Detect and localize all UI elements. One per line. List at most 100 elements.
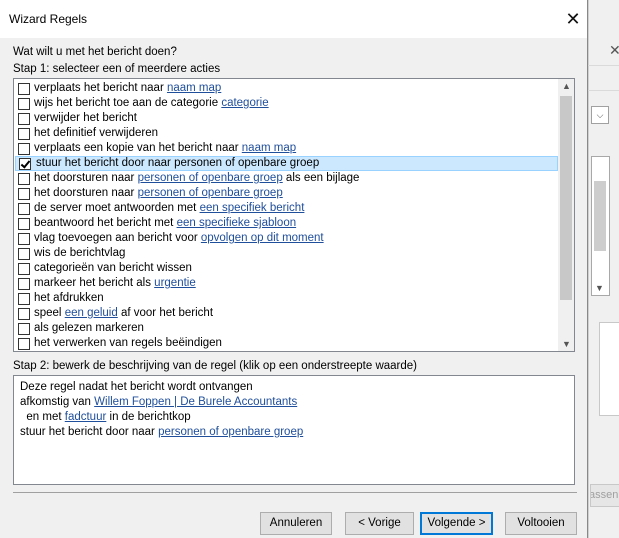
rule-description-box: Deze regel nadat het bericht wordt ontva… (13, 375, 575, 485)
action-text: het doorsturen naar (34, 187, 138, 199)
action-row[interactable]: verplaats het bericht naar naam map (14, 81, 559, 96)
action-text: markeer het bericht als (34, 277, 155, 289)
action-checkbox[interactable] (18, 338, 30, 350)
description-text: stuur het bericht door naar (20, 426, 159, 438)
description-text: in de berichtkop (106, 411, 191, 423)
actions-scrollbar[interactable]: ▲ ▼ (558, 79, 574, 351)
action-link[interactable]: een geluid (65, 307, 118, 319)
background-close-icon[interactable]: ✕ (609, 42, 619, 59)
action-text: categorieën van bericht wissen (34, 262, 192, 274)
action-checkbox[interactable] (18, 173, 30, 185)
action-text: wijs het bericht toe aan de categorie (34, 97, 222, 109)
action-checkbox[interactable] (18, 263, 30, 275)
action-checkbox[interactable] (18, 278, 30, 290)
next-button[interactable]: Volgende > (420, 512, 493, 535)
background-textbox (599, 322, 619, 416)
action-row[interactable]: markeer het bericht als urgentie (14, 276, 559, 291)
background-divider (588, 90, 619, 91)
action-link[interactable]: naam map (167, 82, 221, 94)
step2-label: Stap 2: bewerk de beschrijving van de re… (13, 360, 418, 372)
action-row[interactable]: het verwerken van regels beëindigen (14, 336, 559, 351)
action-row[interactable]: het doorsturen naar personen of openbare… (14, 171, 559, 186)
action-link[interactable]: personen of openbare groep (138, 172, 283, 184)
action-text: het verwerken van regels beëindigen (34, 337, 222, 349)
background-button: assen (590, 484, 619, 507)
action-link[interactable]: categorie (221, 97, 268, 109)
action-text: als gelezen markeren (34, 322, 144, 334)
rules-wizard-dialog: Wizard Regels ✕ Wat wilt u met het beric… (0, 0, 588, 538)
window-title: Wizard Regels (9, 12, 88, 26)
action-checkbox[interactable] (18, 218, 30, 230)
background-divider (588, 65, 619, 66)
background-dropdown-chevron-icon[interactable]: ⌵ (591, 106, 609, 124)
action-link[interactable]: opvolgen op dit moment (201, 232, 324, 244)
action-row[interactable]: de server moet antwoorden met een specif… (14, 201, 559, 216)
background-scroll-down-icon[interactable]: ▼ (595, 283, 604, 293)
description-line: Deze regel nadat het bericht wordt ontva… (20, 381, 253, 393)
action-checkbox[interactable] (18, 203, 30, 215)
description-line: stuur het bericht door naar personen of … (20, 426, 303, 438)
title-bar: Wizard Regels ✕ (0, 0, 587, 38)
action-link[interactable]: naam map (242, 142, 296, 154)
scrollbar-thumb[interactable] (560, 96, 572, 300)
action-checkbox[interactable] (18, 143, 30, 155)
action-link[interactable]: urgentie (154, 277, 196, 289)
background-list[interactable]: ▼ (591, 156, 610, 296)
action-text: speel (34, 307, 65, 319)
scroll-up-icon[interactable]: ▲ (562, 81, 571, 91)
action-row[interactable]: wis de berichtvlag (14, 246, 559, 261)
description-line: afkomstig van Willem Foppen | De Burele … (20, 396, 297, 408)
action-checkbox[interactable] (18, 98, 30, 110)
action-text: verwijder het bericht (34, 112, 137, 124)
action-row[interactable]: het doorsturen naar personen of openbare… (14, 186, 559, 201)
actions-list[interactable]: verplaats het bericht naar naam map wijs … (13, 78, 575, 352)
separator (13, 492, 577, 493)
action-row[interactable]: stuur het bericht door naar personen of … (15, 156, 558, 171)
recipients-link[interactable]: personen of openbare groep (158, 426, 303, 438)
sender-link[interactable]: Willem Foppen | De Burele Accountants (94, 396, 297, 408)
action-row[interactable]: beantwoord het bericht met een specifiek… (14, 216, 559, 231)
action-checkbox[interactable] (18, 293, 30, 305)
back-button[interactable]: < Vorige (345, 512, 414, 535)
action-text: het doorsturen naar (34, 172, 138, 184)
action-text: het definitief verwijderen (34, 127, 159, 139)
action-checkbox[interactable] (18, 188, 30, 200)
action-text-suffix: af voor het bericht (117, 307, 214, 319)
close-icon[interactable]: ✕ (560, 6, 586, 32)
action-row[interactable]: verwijder het bericht (14, 111, 559, 126)
action-checkbox[interactable] (18, 308, 30, 320)
background-scrollbar-thumb[interactable] (594, 181, 606, 251)
action-link[interactable]: een specifieke sjabloon (177, 217, 297, 229)
action-checkbox[interactable] (18, 83, 30, 95)
step1-label: Stap 1: selecteer een of meerdere acties (13, 63, 221, 75)
action-row[interactable]: vlag toevoegen aan bericht voor opvolgen… (14, 231, 559, 246)
description-text: en met (20, 411, 65, 423)
actions-list-rows: verplaats het bericht naar naam map wijs … (14, 81, 559, 351)
action-checkbox[interactable] (19, 158, 31, 170)
action-link[interactable]: personen of openbare groep (138, 187, 283, 199)
cancel-button[interactable]: Annuleren (260, 512, 332, 535)
action-checkbox[interactable] (18, 113, 30, 125)
header-words-link[interactable]: fadctuur (65, 411, 107, 423)
action-row[interactable]: wijs het bericht toe aan de categorie ca… (14, 96, 559, 111)
action-row[interactable]: het definitief verwijderen (14, 126, 559, 141)
action-link[interactable]: een specifiek bericht (200, 202, 305, 214)
action-checkbox[interactable] (18, 128, 30, 140)
action-row[interactable]: als gelezen markeren (14, 321, 559, 336)
action-text-suffix: als een bijlage (282, 172, 360, 184)
description-line: en met fadctuur in de berichtkop (20, 411, 191, 423)
action-row[interactable]: speel een geluid af voor het bericht (14, 306, 559, 321)
finish-button[interactable]: Voltooien (505, 512, 577, 535)
action-row[interactable]: verplaats een kopie van het bericht naar… (14, 141, 559, 156)
action-row[interactable]: het afdrukken (14, 291, 559, 306)
action-text: wis de berichtvlag (34, 247, 126, 259)
action-text: vlag toevoegen aan bericht voor (34, 232, 201, 244)
action-text: het afdrukken (34, 292, 104, 304)
action-checkbox[interactable] (18, 248, 30, 260)
action-text: verplaats het bericht naar (34, 82, 167, 94)
action-checkbox[interactable] (18, 323, 30, 335)
action-row[interactable]: categorieën van bericht wissen (14, 261, 559, 276)
action-text: beantwoord het bericht met (34, 217, 177, 229)
action-checkbox[interactable] (18, 233, 30, 245)
scroll-down-icon[interactable]: ▼ (562, 339, 571, 349)
